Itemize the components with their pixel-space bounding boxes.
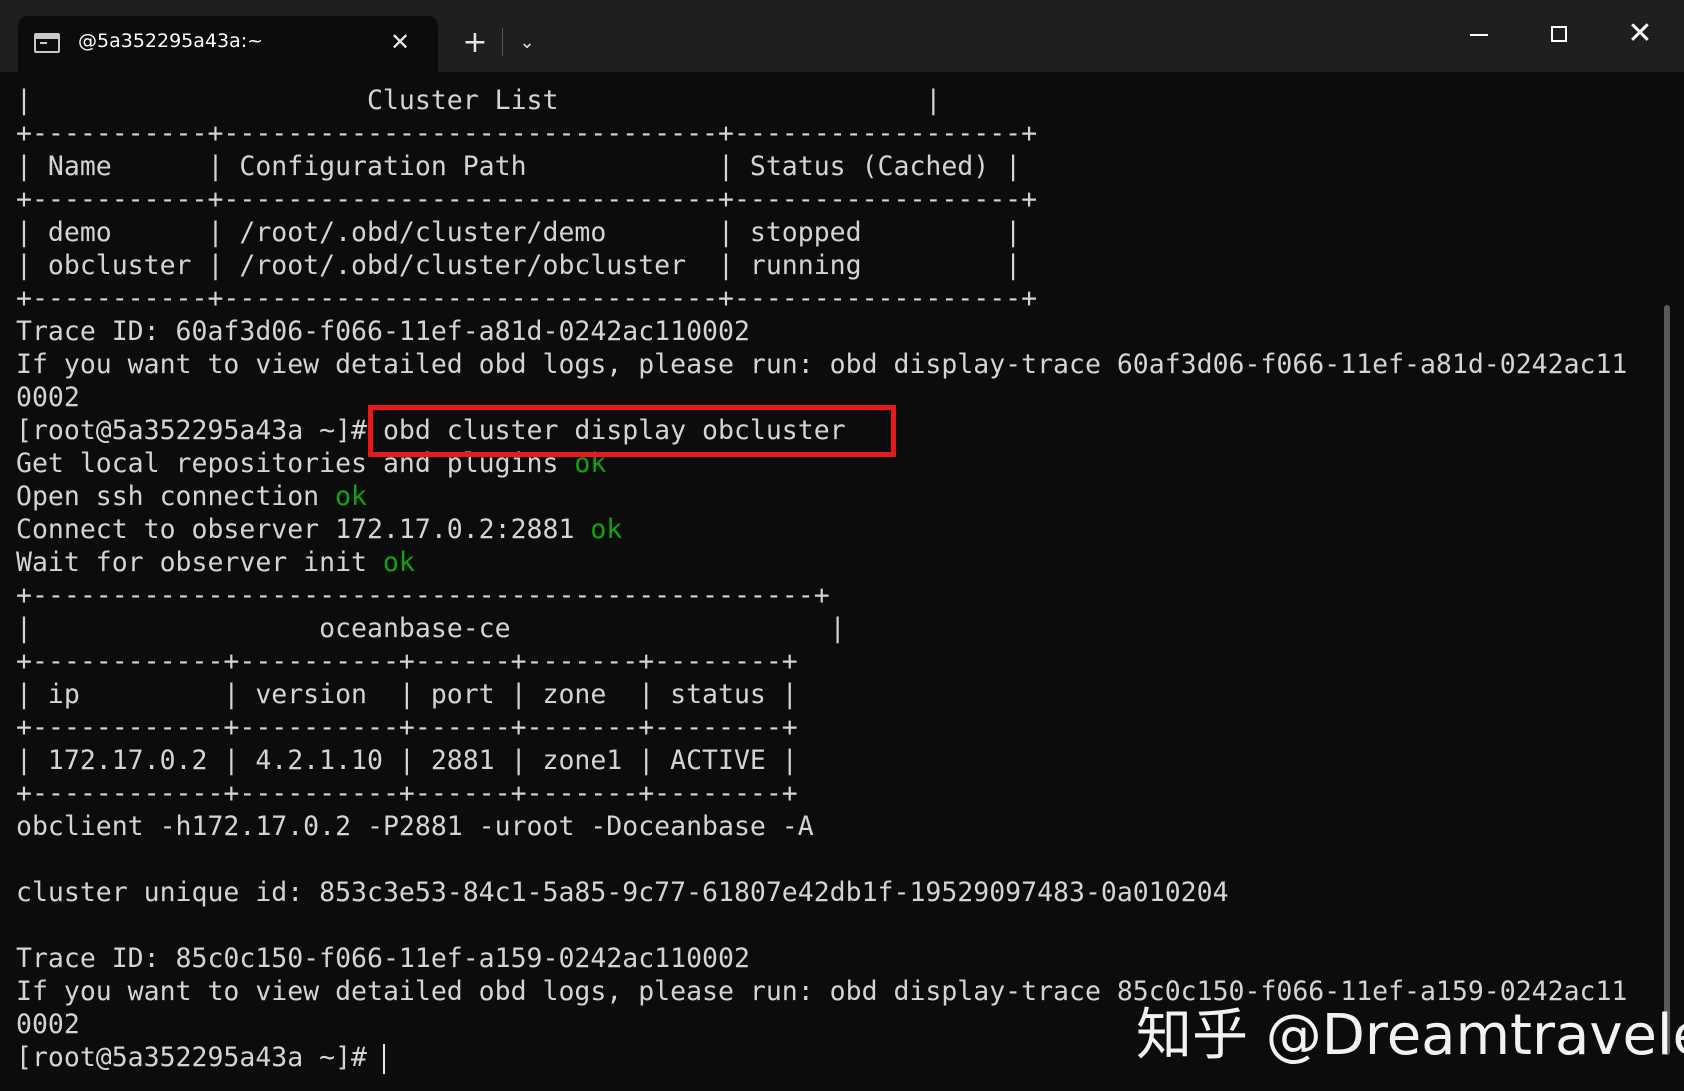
terminal-line: | Name | Configuration Path | Status (Ca… — [16, 150, 1656, 183]
terminal-line-text: | oceanbase-ce | — [16, 613, 846, 644]
status-ok-text: ok — [382, 547, 415, 578]
terminal-line-text: 0002 — [16, 1009, 80, 1040]
terminal-line: +------------+----------+------+-------+… — [16, 777, 1656, 810]
terminal-tab[interactable]: @5a352295a43a:~ ✕ — [18, 16, 438, 72]
terminal-line: | oceanbase-ce | — [16, 612, 1656, 645]
maximize-button[interactable] — [1536, 14, 1582, 54]
terminal-line: | demo | /root/.obd/cluster/demo | stopp… — [16, 216, 1656, 249]
terminal-line-text: +------------+----------+------+-------+… — [16, 646, 798, 677]
terminal-line-text: [root@5a352295a43a ~]# — [16, 1042, 383, 1073]
terminal-line: Connect to observer 172.17.0.2:2881 ok — [16, 513, 1656, 546]
terminal-line-text: Trace ID: 60af3d06-f066-11ef-a81d-0242ac… — [16, 316, 750, 347]
scrollbar[interactable] — [1664, 305, 1670, 1055]
maximize-icon — [1551, 26, 1567, 42]
terminal-line-text: obclient -h172.17.0.2 -P2881 -uroot -Doc… — [16, 811, 814, 842]
terminal-line: +------------+----------+------+-------+… — [16, 645, 1656, 678]
watermark-text: 知乎 @Dreamtraveler — [1136, 1003, 1684, 1068]
terminal-line-text: | 172.17.0.2 | 4.2.1.10 | 2881 | zone1 |… — [16, 745, 798, 776]
terminal-line: obclient -h172.17.0.2 -P2881 -uroot -Doc… — [16, 810, 1656, 843]
title-bar: @5a352295a43a:~ ✕ + ⌄ ✕ — [0, 0, 1684, 72]
terminal-line: +---------------------------------------… — [16, 579, 1656, 612]
text-cursor — [382, 1043, 385, 1074]
terminal-line-text: | ip | version | port | zone | status | — [16, 679, 798, 710]
terminal-line-text: cluster unique id: 853c3e53-84c1-5a85-9c… — [16, 877, 1229, 908]
terminal-line-text: +-----------+---------------------------… — [16, 283, 1038, 314]
terminal-line: Wait for observer init ok — [16, 546, 1656, 579]
command-highlight-box — [368, 405, 896, 457]
terminal-line: +-----------+---------------------------… — [16, 117, 1656, 150]
tab-separator — [502, 28, 503, 56]
minimize-icon — [1470, 34, 1488, 36]
terminal-line: cluster unique id: 853c3e53-84c1-5a85-9c… — [16, 876, 1656, 909]
terminal-window: @5a352295a43a:~ ✕ + ⌄ ✕ | Cluster List |… — [0, 0, 1684, 1091]
terminal-line: | obcluster | /root/.obd/cluster/obclust… — [16, 249, 1656, 282]
terminal-line-text: | demo | /root/.obd/cluster/demo | stopp… — [16, 217, 1022, 248]
status-ok-text: ok — [590, 514, 623, 545]
terminal-line: Trace ID: 85c0c150-f066-11ef-a159-0242ac… — [16, 942, 1656, 975]
tab-title: @5a352295a43a:~ — [78, 30, 264, 52]
terminal-line-text: If you want to view detailed obd logs, p… — [16, 349, 1628, 380]
terminal-line-text: +-----------+---------------------------… — [16, 118, 1038, 149]
terminal-line-text: +---------------------------------------… — [16, 580, 830, 611]
terminal-line-text: +------------+----------+------+-------+… — [16, 712, 798, 743]
terminal-line-text: Connect to observer 172.17.0.2:2881 — [16, 514, 591, 545]
terminal-line-text: Trace ID: 85c0c150-f066-11ef-a159-0242ac… — [16, 943, 750, 974]
minimize-button[interactable] — [1456, 14, 1502, 54]
terminal-line: | Cluster List | — [16, 84, 1656, 117]
terminal-line-text: | Name | Configuration Path | Status (Ca… — [16, 151, 1022, 182]
terminal-line: +-----------+---------------------------… — [16, 282, 1656, 315]
new-tab-button[interactable]: + — [458, 26, 492, 60]
terminal-line: +------------+----------+------+-------+… — [16, 711, 1656, 744]
terminal-line-text: | obcluster | /root/.obd/cluster/obclust… — [16, 250, 1022, 281]
terminal-line: Open ssh connection ok — [16, 480, 1656, 513]
terminal-line-text: 0002 — [16, 382, 80, 413]
terminal-line-text: Wait for observer init — [16, 547, 383, 578]
terminal-line: | ip | version | port | zone | status | — [16, 678, 1656, 711]
terminal-line: +-----------+---------------------------… — [16, 183, 1656, 216]
terminal-line: If you want to view detailed obd logs, p… — [16, 348, 1656, 381]
terminal-line-text: | Cluster List | — [16, 85, 942, 116]
terminal-line: Trace ID: 60af3d06-f066-11ef-a81d-0242ac… — [16, 315, 1656, 348]
terminal-icon — [34, 33, 60, 53]
tab-close-icon[interactable]: ✕ — [386, 28, 414, 56]
chevron-down-icon[interactable]: ⌄ — [510, 26, 544, 60]
terminal-line-text: +------------+----------+------+-------+… — [16, 778, 798, 809]
terminal-line-text: Open ssh connection — [16, 481, 336, 512]
terminal-line-text: +-----------+---------------------------… — [16, 184, 1038, 215]
terminal-output[interactable]: | Cluster List | +-----------+-----------… — [16, 84, 1656, 1084]
close-window-button[interactable]: ✕ — [1617, 14, 1663, 54]
status-ok-text: ok — [335, 481, 368, 512]
terminal-line: | 172.17.0.2 | 4.2.1.10 | 2881 | zone1 |… — [16, 744, 1656, 777]
